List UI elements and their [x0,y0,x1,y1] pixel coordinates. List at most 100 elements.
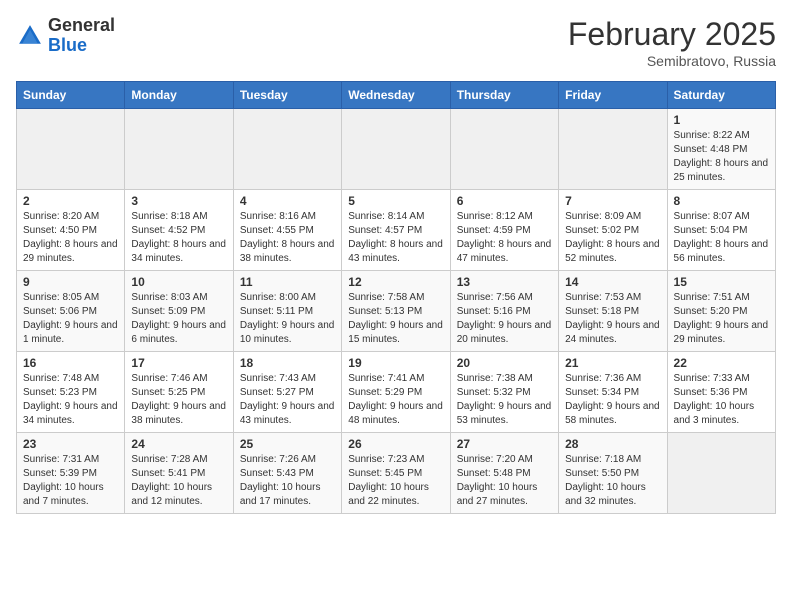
day-info: Sunrise: 7:38 AM Sunset: 5:32 PM Dayligh… [457,372,552,428]
day-number: 26 [348,437,443,451]
day-number: 13 [457,275,552,289]
day-number: 8 [674,194,769,208]
calendar-cell: 1 Sunrise: 8:22 AM Sunset: 4:48 PM Daylig… [667,109,775,190]
day-info: Sunrise: 7:58 AM Sunset: 5:13 PM Dayligh… [348,291,443,347]
calendar-cell: 15 Sunrise: 7:51 AM Sunset: 5:20 PM Dayli… [667,271,775,352]
month-year: February 2025 [568,16,776,53]
day-number: 21 [565,356,660,370]
calendar-cell: 6 Sunrise: 8:12 AM Sunset: 4:59 PM Daylig… [450,190,558,271]
day-number: 25 [240,437,335,451]
page-header: General Blue February 2025 Semibratovo, … [16,16,776,69]
day-number: 19 [348,356,443,370]
day-number: 18 [240,356,335,370]
day-number: 3 [131,194,226,208]
day-number: 4 [240,194,335,208]
day-number: 6 [457,194,552,208]
weekday-header-monday: Monday [125,82,233,109]
day-number: 11 [240,275,335,289]
day-info: Sunrise: 7:36 AM Sunset: 5:34 PM Dayligh… [565,372,660,428]
day-info: Sunrise: 8:22 AM Sunset: 4:48 PM Dayligh… [674,129,769,185]
day-info: Sunrise: 7:56 AM Sunset: 5:16 PM Dayligh… [457,291,552,347]
calendar-cell: 22 Sunrise: 7:33 AM Sunset: 5:36 PM Dayli… [667,352,775,433]
day-number: 22 [674,356,769,370]
calendar-cell: 10 Sunrise: 8:03 AM Sunset: 5:09 PM Dayli… [125,271,233,352]
day-number: 20 [457,356,552,370]
calendar-cell: 3 Sunrise: 8:18 AM Sunset: 4:52 PM Daylig… [125,190,233,271]
weekday-header-thursday: Thursday [450,82,558,109]
day-number: 16 [23,356,118,370]
calendar-cell: 17 Sunrise: 7:46 AM Sunset: 5:25 PM Dayli… [125,352,233,433]
calendar-cell: 13 Sunrise: 7:56 AM Sunset: 5:16 PM Dayli… [450,271,558,352]
day-number: 15 [674,275,769,289]
calendar-cell: 5Sunrise: 8:14 AM Sunset: 4:57 PM Daylig… [342,190,450,271]
day-info: Sunrise: 8:18 AM Sunset: 4:52 PM Dayligh… [131,210,226,266]
day-number: 9 [23,275,118,289]
calendar-cell [559,109,667,190]
weekday-header-sunday: Sunday [17,82,125,109]
calendar-cell: 23Sunrise: 7:31 AM Sunset: 5:39 PM Dayli… [17,433,125,514]
day-info: Sunrise: 8:20 AM Sunset: 4:50 PM Dayligh… [23,210,118,266]
logo-text: General Blue [48,16,115,56]
location: Semibratovo, Russia [568,53,776,69]
weekday-header-saturday: Saturday [667,82,775,109]
title-block: February 2025 Semibratovo, Russia [568,16,776,69]
weekday-header-wednesday: Wednesday [342,82,450,109]
day-number: 10 [131,275,226,289]
day-info: Sunrise: 7:20 AM Sunset: 5:48 PM Dayligh… [457,453,552,509]
calendar-cell: 16 Sunrise: 7:48 AM Sunset: 5:23 PM Dayli… [17,352,125,433]
day-info: Sunrise: 8:00 AM Sunset: 5:11 PM Dayligh… [240,291,335,347]
day-info: Sunrise: 8:09 AM Sunset: 5:02 PM Dayligh… [565,210,660,266]
calendar-cell: 12 Sunrise: 7:58 AM Sunset: 5:13 PM Dayli… [342,271,450,352]
calendar-cell: 14 Sunrise: 7:53 AM Sunset: 5:18 PM Dayli… [559,271,667,352]
day-info: Sunrise: 8:03 AM Sunset: 5:09 PM Dayligh… [131,291,226,347]
day-number: 7 [565,194,660,208]
weekday-header-tuesday: Tuesday [233,82,341,109]
logo-icon [16,22,44,50]
calendar-cell [17,109,125,190]
day-number: 17 [131,356,226,370]
calendar-cell: 8 Sunrise: 8:07 AM Sunset: 5:04 PM Daylig… [667,190,775,271]
day-info: Sunrise: 7:41 AM Sunset: 5:29 PM Dayligh… [348,372,443,428]
day-number: 23 [23,437,118,451]
day-info: Sunrise: 7:46 AM Sunset: 5:25 PM Dayligh… [131,372,226,428]
day-info: Sunrise: 8:05 AM Sunset: 5:06 PM Dayligh… [23,291,118,347]
day-info: Sunrise: 7:18 AM Sunset: 5:50 PM Dayligh… [565,453,660,509]
day-number: 12 [348,275,443,289]
calendar-cell: 26Sunrise: 7:23 AM Sunset: 5:45 PM Dayli… [342,433,450,514]
calendar-cell: 27 Sunrise: 7:20 AM Sunset: 5:48 PM Dayli… [450,433,558,514]
calendar-cell [342,109,450,190]
calendar-cell: 2 Sunrise: 8:20 AM Sunset: 4:50 PM Daylig… [17,190,125,271]
calendar-table: SundayMondayTuesdayWednesdayThursdayFrid… [16,81,776,514]
logo: General Blue [16,16,115,56]
calendar-cell [667,433,775,514]
day-info: Sunrise: 7:53 AM Sunset: 5:18 PM Dayligh… [565,291,660,347]
day-info: Sunrise: 8:16 AM Sunset: 4:55 PM Dayligh… [240,210,335,266]
calendar-cell: 25 Sunrise: 7:26 AM Sunset: 5:43 PM Dayli… [233,433,341,514]
day-number: 24 [131,437,226,451]
day-info: Sunrise: 7:48 AM Sunset: 5:23 PM Dayligh… [23,372,118,428]
calendar-cell: 7 Sunrise: 8:09 AM Sunset: 5:02 PM Daylig… [559,190,667,271]
weekday-header-friday: Friday [559,82,667,109]
calendar-cell: 20 Sunrise: 7:38 AM Sunset: 5:32 PM Dayli… [450,352,558,433]
calendar-cell: 24 Sunrise: 7:28 AM Sunset: 5:41 PM Dayli… [125,433,233,514]
calendar-cell [233,109,341,190]
day-info: Sunrise: 7:28 AM Sunset: 5:41 PM Dayligh… [131,453,226,509]
day-info: Sunrise: 8:12 AM Sunset: 4:59 PM Dayligh… [457,210,552,266]
day-info: Sunrise: 7:33 AM Sunset: 5:36 PM Dayligh… [674,372,769,428]
calendar-cell: 9 Sunrise: 8:05 AM Sunset: 5:06 PM Daylig… [17,271,125,352]
day-number: 28 [565,437,660,451]
calendar-cell: 11 Sunrise: 8:00 AM Sunset: 5:11 PM Dayli… [233,271,341,352]
day-number: 1 [674,113,769,127]
day-number: 27 [457,437,552,451]
calendar-cell [450,109,558,190]
day-info: Sunrise: 7:51 AM Sunset: 5:20 PM Dayligh… [674,291,769,347]
day-number: 2 [23,194,118,208]
day-info: Sunrise: 8:07 AM Sunset: 5:04 PM Dayligh… [674,210,769,266]
day-info: Sunrise: 7:26 AM Sunset: 5:43 PM Dayligh… [240,453,335,509]
calendar-cell [125,109,233,190]
day-number: 14 [565,275,660,289]
calendar-cell: 21 Sunrise: 7:36 AM Sunset: 5:34 PM Dayli… [559,352,667,433]
day-info: Sunrise: 7:43 AM Sunset: 5:27 PM Dayligh… [240,372,335,428]
calendar-cell: 19 Sunrise: 7:41 AM Sunset: 5:29 PM Dayli… [342,352,450,433]
calendar-cell: 4 Sunrise: 8:16 AM Sunset: 4:55 PM Daylig… [233,190,341,271]
